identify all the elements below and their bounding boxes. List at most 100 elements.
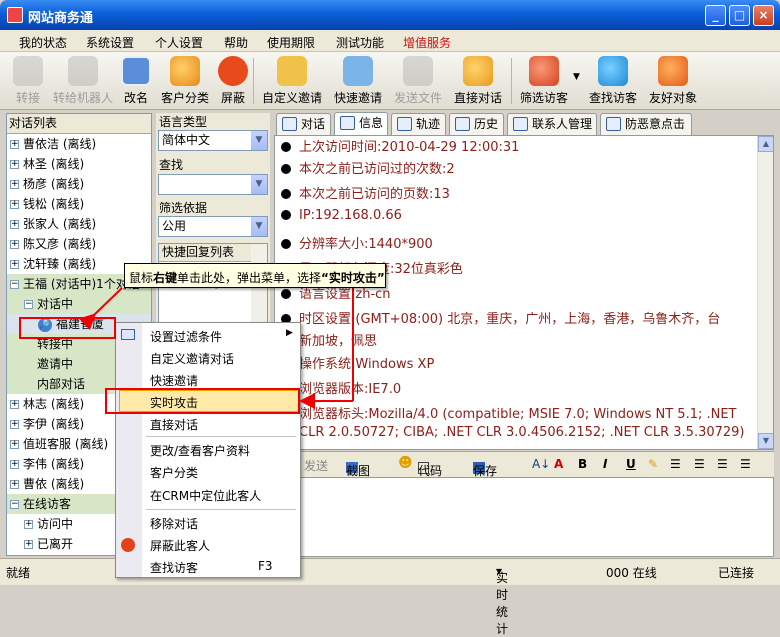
scroll-down-icon[interactable]: ▼ bbox=[758, 433, 773, 449]
minimize-button[interactable]: _ bbox=[705, 5, 726, 26]
tree-group[interactable]: + 曹依洁 (离线) bbox=[7, 134, 96, 154]
filter-visitor-button[interactable]: 筛选访客 bbox=[518, 56, 570, 106]
tree-group[interactable]: + 李伟 (离线) bbox=[7, 454, 84, 474]
font-color-icon[interactable]: A bbox=[554, 457, 563, 471]
highlight-icon[interactable]: ✎ bbox=[648, 457, 658, 471]
expand-icon[interactable]: + bbox=[10, 160, 19, 169]
expand-icon[interactable]: + bbox=[10, 200, 19, 209]
collapse-icon[interactable]: − bbox=[10, 500, 19, 509]
align-right-icon[interactable]: ☰ bbox=[740, 457, 751, 471]
expand-icon[interactable]: + bbox=[10, 440, 19, 449]
send-file-button[interactable]: 发送文件 bbox=[392, 56, 444, 106]
tab-info[interactable]: 信息 bbox=[334, 112, 388, 135]
tree-group[interactable]: + 沈轩臻 (离线) bbox=[7, 254, 96, 274]
tab-history[interactable]: 历史 bbox=[449, 113, 504, 135]
tree-group[interactable]: + 杨彦 (离线) bbox=[7, 174, 84, 194]
expand-icon[interactable]: + bbox=[10, 140, 19, 149]
expand-icon[interactable]: + bbox=[10, 180, 19, 189]
custom-invite-button[interactable]: 自定义邀请 bbox=[260, 56, 324, 106]
find-input[interactable]: ▼ bbox=[158, 174, 268, 195]
find-visitor-icon bbox=[598, 56, 628, 86]
maximize-button[interactable]: □ bbox=[729, 5, 750, 26]
history-icon bbox=[455, 117, 470, 131]
menu-item-license[interactable]: 使用期限 bbox=[267, 34, 315, 51]
block-button[interactable]: 屏蔽 bbox=[218, 56, 248, 106]
expand-icon[interactable]: + bbox=[24, 540, 33, 549]
menu-item-help[interactable]: 帮助 bbox=[224, 34, 248, 51]
list-icon[interactable]: ☰ bbox=[670, 457, 681, 471]
transfer-button[interactable]: 转接 bbox=[13, 56, 43, 106]
emoticon-icon[interactable]: ☻ bbox=[398, 455, 413, 471]
tree-group[interactable]: + 陈又彦 (离线) bbox=[7, 234, 96, 254]
menu-item-remove-chat[interactable]: 移除对话 bbox=[150, 515, 198, 532]
realtime-stats-dropdown[interactable]: 实时统计 ▾ bbox=[496, 564, 508, 636]
tree-group[interactable]: + 林志 (离线) bbox=[7, 394, 84, 414]
tree-group[interactable]: + 张家人 (离线) bbox=[7, 214, 96, 234]
tree-label: 已离开 bbox=[37, 537, 74, 551]
expand-icon[interactable]: + bbox=[10, 240, 19, 249]
underline-button[interactable]: U bbox=[626, 457, 636, 471]
menu-item-status[interactable]: 我的状态 bbox=[19, 34, 67, 51]
menu-item-quick-invite[interactable]: 快速邀请 bbox=[150, 372, 198, 389]
chevron-down-icon[interactable]: ▼ bbox=[250, 217, 267, 236]
bold-button[interactable]: B bbox=[578, 457, 587, 471]
expand-icon[interactable]: + bbox=[10, 260, 19, 269]
customer-group-button[interactable]: 客户分类 bbox=[159, 56, 211, 106]
expand-icon[interactable]: + bbox=[10, 420, 19, 429]
menu-item-direct-chat[interactable]: 直接对话 bbox=[150, 416, 198, 433]
tab-trail[interactable]: 轨迹 bbox=[391, 113, 446, 135]
tree-item[interactable]: + 已离开 bbox=[7, 534, 73, 554]
message-editor[interactable] bbox=[274, 477, 774, 557]
menu-item-system-settings[interactable]: 系统设置 bbox=[86, 34, 134, 51]
tree-group[interactable]: + 钱松 (离线) bbox=[7, 194, 84, 214]
tree-item[interactable]: + 访问中 bbox=[7, 514, 73, 534]
collapse-icon[interactable]: − bbox=[10, 280, 19, 289]
info-scrollbar[interactable]: ▲ ▼ bbox=[757, 136, 773, 449]
scroll-up-icon[interactable]: ▲ bbox=[758, 136, 773, 152]
transfer-to-robot-button[interactable]: 转给机器人 bbox=[50, 56, 116, 106]
menu-item-test[interactable]: 测试功能 bbox=[336, 34, 384, 51]
expand-icon[interactable]: + bbox=[10, 460, 19, 469]
language-select[interactable]: 简体中文 ▼ bbox=[158, 130, 268, 151]
expand-icon[interactable]: + bbox=[10, 400, 19, 409]
format-toolbar: 发送 截图 ☻ 代码 保存 A↓ A B I U ✎ ☰ ☰ ☰ ☰ bbox=[274, 451, 774, 478]
close-button[interactable]: × bbox=[753, 5, 774, 26]
expand-icon[interactable]: + bbox=[10, 480, 19, 489]
expand-icon[interactable]: + bbox=[24, 520, 33, 529]
menu-item-custom-invite[interactable]: 自定义邀请对话 bbox=[150, 350, 234, 367]
rename-button[interactable]: 改名 bbox=[120, 56, 152, 106]
quick-invite-button[interactable]: 快速邀请 bbox=[332, 56, 384, 106]
tree-group[interactable]: + 李伊 (离线) bbox=[7, 414, 84, 434]
tab-chat[interactable]: 对话 bbox=[276, 113, 331, 135]
tree-group[interactable]: + 曹依 (离线) bbox=[7, 474, 84, 494]
expand-icon[interactable]: + bbox=[10, 220, 19, 229]
find-visitor-button[interactable]: 查找访客 bbox=[587, 56, 639, 106]
tab-anti-fraud[interactable]: 防恶意点击 bbox=[600, 113, 692, 135]
menu-item-personal-settings[interactable]: 个人设置 bbox=[155, 34, 203, 51]
tab-contacts[interactable]: 联系人管理 bbox=[507, 113, 597, 135]
friendly-object-button[interactable]: 友好对象 bbox=[647, 56, 699, 106]
menu-item-block-visitor[interactable]: 屏蔽此客人 bbox=[150, 537, 210, 554]
menu-item-value-added[interactable]: 增值服务 bbox=[403, 34, 451, 51]
tree-item[interactable]: − 对话中 bbox=[7, 294, 151, 314]
tree-group[interactable]: + 值班客服 (离线) bbox=[7, 434, 108, 454]
menu-item-edit-customer[interactable]: 更改/查看客户资料 bbox=[150, 442, 250, 459]
quick-invite-icon bbox=[343, 56, 373, 86]
menu-item-customer-category[interactable]: 客户分类 bbox=[150, 464, 198, 481]
menu-item-locate-crm[interactable]: 在CRM中定位此客人 bbox=[150, 487, 261, 504]
collapse-icon[interactable]: − bbox=[24, 300, 33, 309]
direct-chat-button[interactable]: 直接对话 bbox=[452, 56, 504, 106]
italic-button[interactable]: I bbox=[603, 457, 607, 471]
tree-group[interactable]: + 林圣 (离线) bbox=[7, 154, 84, 174]
font-size-icon[interactable]: A↓ bbox=[532, 457, 550, 471]
dropdown-arrow-icon[interactable]: ▼ bbox=[573, 72, 580, 82]
menu-separator bbox=[146, 509, 296, 510]
align-left-icon[interactable]: ☰ bbox=[694, 457, 705, 471]
chevron-down-icon[interactable]: ▼ bbox=[250, 131, 267, 150]
align-center-icon[interactable]: ☰ bbox=[717, 457, 728, 471]
filter-select[interactable]: 公用 ▼ bbox=[158, 216, 268, 237]
send-button[interactable]: 发送 bbox=[304, 457, 328, 474]
menu-item-find-visitor[interactable]: 查找访客 bbox=[150, 559, 198, 576]
menu-item-set-filter[interactable]: 设置过滤条件 bbox=[150, 328, 222, 345]
chevron-down-icon[interactable]: ▼ bbox=[250, 175, 267, 194]
